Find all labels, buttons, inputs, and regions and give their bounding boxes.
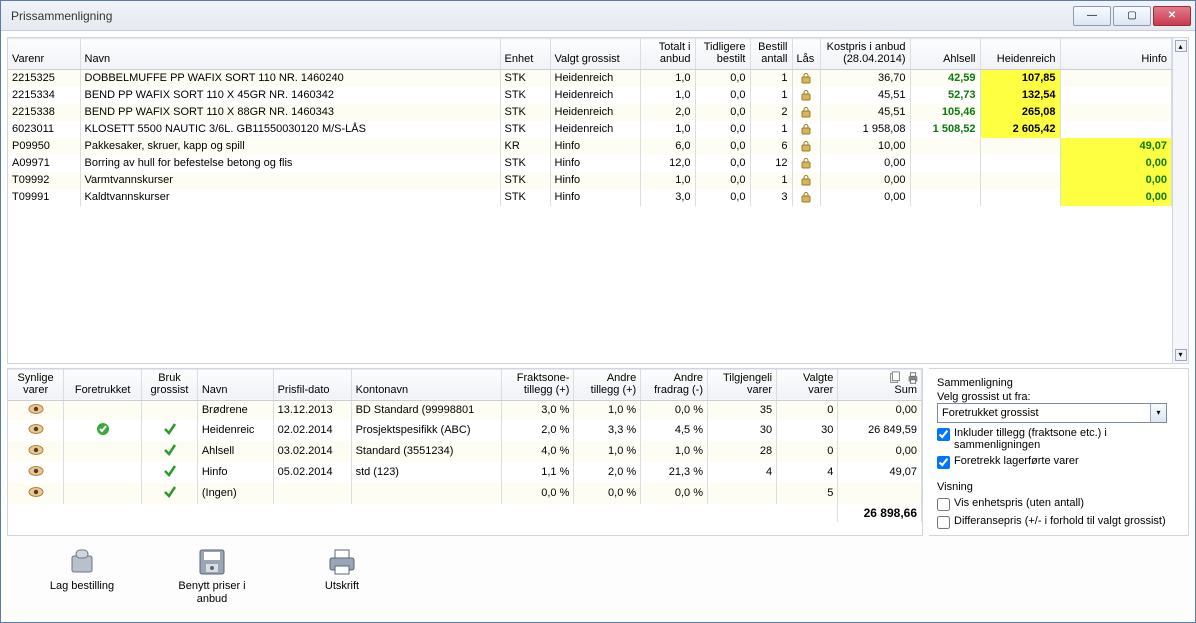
lock-icon[interactable] bbox=[800, 191, 812, 203]
lock-icon[interactable] bbox=[800, 140, 812, 152]
app-window: Prissammenligning — ▢ ✕ Varenr bbox=[0, 0, 1196, 623]
th-andref[interactable]: Andre fradrag (-) bbox=[641, 369, 708, 400]
toolbar: Lag bestilling Benytt priser i anbud Uts… bbox=[7, 540, 1189, 616]
include-tillegg-checkbox[interactable]: Inkluder tillegg (fraktsone etc.) i samm… bbox=[937, 427, 1182, 451]
th-andret[interactable]: Andre tillegg (+) bbox=[574, 369, 641, 400]
items-table[interactable]: Varenr Navn Enhet Valgt grossist Totalt … bbox=[8, 38, 1172, 206]
th-navn2[interactable]: Navn bbox=[197, 369, 273, 400]
grossist-table[interactable]: Synlige varer Foretrukket Bruk grossist … bbox=[8, 369, 922, 522]
lock-icon[interactable] bbox=[800, 72, 812, 84]
th-bestill[interactable]: Bestill antall bbox=[750, 39, 792, 70]
th-las[interactable]: Lås bbox=[792, 39, 820, 70]
window-title: Prissammenligning bbox=[11, 9, 1073, 23]
differansepris-checkbox[interactable]: Differansepris (+/- i forhold til valgt … bbox=[937, 515, 1182, 529]
th-foretrukket[interactable]: Foretrukket bbox=[64, 369, 142, 400]
check-icon[interactable] bbox=[163, 443, 177, 457]
check-icon[interactable] bbox=[163, 464, 177, 478]
th-tilgj[interactable]: Tilgjengeli varer bbox=[708, 369, 777, 400]
utskrift-button[interactable]: Utskrift bbox=[297, 546, 387, 593]
minimize-button[interactable]: — bbox=[1073, 6, 1111, 26]
table-row[interactable]: 2215334BEND PP WAFIX SORT 110 X 45GR NR.… bbox=[8, 87, 1172, 104]
foretrekk-lager-checkbox[interactable]: Foretrekk lagerførte varer bbox=[937, 455, 1182, 469]
benytt-priser-button[interactable]: Benytt priser i anbud bbox=[167, 546, 257, 606]
foretrekk-lager-input[interactable] bbox=[937, 456, 950, 469]
th-frakt[interactable]: Fraktsone-tillegg (+) bbox=[501, 369, 573, 400]
print-icon[interactable] bbox=[906, 371, 920, 385]
th-heidenreich[interactable]: Heidenreich bbox=[980, 39, 1060, 70]
th-totalt[interactable]: Totalt i anbud bbox=[640, 39, 695, 70]
preferred-icon[interactable] bbox=[96, 422, 110, 436]
lag-bestilling-button[interactable]: Lag bestilling bbox=[37, 546, 127, 593]
eye-icon[interactable] bbox=[28, 444, 44, 456]
grossist-dropdown[interactable]: Foretrukket grossist ▾ bbox=[937, 403, 1167, 423]
vis-enhetspris-checkbox[interactable]: Vis enhetspris (uten antall) bbox=[937, 497, 1182, 511]
th-valgte[interactable]: Valgte varer bbox=[777, 369, 838, 400]
table-row[interactable]: 2215325DOBBELMUFFE PP WAFIX SORT 110 NR.… bbox=[8, 70, 1172, 87]
grossist-row[interactable]: (Ingen)0,0 %0,0 %0,0 %5 bbox=[8, 483, 922, 504]
table-row[interactable]: T09991KaldtvannskurserSTKHinfo3,00,030,0… bbox=[8, 189, 1172, 206]
utskrift-label: Utskrift bbox=[325, 580, 359, 593]
th-konto[interactable]: Kontonavn bbox=[351, 369, 501, 400]
grossist-panel: Synlige varer Foretrukket Bruk grossist … bbox=[7, 368, 923, 536]
scrollbar[interactable]: ▴ ▾ bbox=[1172, 38, 1188, 363]
printer-icon bbox=[326, 546, 358, 578]
save-icon bbox=[196, 546, 228, 578]
th-enhet[interactable]: Enhet bbox=[500, 39, 550, 70]
grossist-row[interactable]: Ahlsell03.02.2014Standard (3551234)4,0 %… bbox=[8, 441, 922, 462]
th-ahlsell[interactable]: Ahlsell bbox=[910, 39, 980, 70]
th-prisdato[interactable]: Prisfil-dato bbox=[273, 369, 351, 400]
check-icon[interactable] bbox=[163, 422, 177, 436]
lag-bestilling-label: Lag bestilling bbox=[50, 580, 114, 593]
dropdown-value: Foretrukket grossist bbox=[938, 407, 1150, 419]
visning-header: Visning bbox=[937, 481, 1182, 493]
items-panel: Varenr Navn Enhet Valgt grossist Totalt … bbox=[7, 37, 1189, 364]
include-tillegg-label: Inkluder tillegg (fraktsone etc.) i samm… bbox=[954, 427, 1182, 451]
th-navn[interactable]: Navn bbox=[80, 39, 500, 70]
order-icon bbox=[66, 546, 98, 578]
table-row[interactable]: 6023011KLOSETT 5500 NAUTIC 3/6L. GB11550… bbox=[8, 121, 1172, 138]
lock-icon[interactable] bbox=[800, 89, 812, 101]
eye-icon[interactable] bbox=[28, 403, 44, 415]
table-row[interactable]: 2215338BEND PP WAFIX SORT 110 X 88GR NR.… bbox=[8, 104, 1172, 121]
differansepris-label: Differansepris (+/- i forhold til valgt … bbox=[954, 515, 1166, 527]
table-row[interactable]: P09950Pakkesaker, skruer, kapp og spillK… bbox=[8, 138, 1172, 155]
options-panel: Sammenligning Velg grossist ut fra: Fore… bbox=[929, 368, 1189, 536]
velg-grossist-label: Velg grossist ut fra: bbox=[937, 391, 1182, 403]
chevron-down-icon[interactable]: ▾ bbox=[1150, 404, 1166, 422]
close-button[interactable]: ✕ bbox=[1153, 6, 1191, 26]
th-tidligere[interactable]: Tidligere bestilt bbox=[695, 39, 750, 70]
table-row[interactable]: T09992VarmtvannskurserSTKHinfo1,00,010,0… bbox=[8, 172, 1172, 189]
th-varenr[interactable]: Varenr bbox=[8, 39, 80, 70]
grossist-row[interactable]: Brødrene13.12.2013BD Standard (999988013… bbox=[8, 400, 922, 420]
eye-icon[interactable] bbox=[28, 486, 44, 498]
th-synlige[interactable]: Synlige varer bbox=[8, 369, 64, 400]
maximize-button[interactable]: ▢ bbox=[1113, 6, 1151, 26]
eye-icon[interactable] bbox=[28, 423, 44, 435]
table-row[interactable]: A09971Borring av hull for befestelse bet… bbox=[8, 155, 1172, 172]
lock-icon[interactable] bbox=[800, 106, 812, 118]
th-kostpris[interactable]: Kostpris i anbud (28.04.2014) bbox=[820, 39, 910, 70]
scroll-down-icon[interactable]: ▾ bbox=[1175, 349, 1187, 361]
include-tillegg-input[interactable] bbox=[937, 428, 950, 441]
titlebar: Prissammenligning — ▢ ✕ bbox=[1, 1, 1195, 31]
lock-icon[interactable] bbox=[800, 174, 812, 186]
th-hinfo[interactable]: Hinfo bbox=[1060, 39, 1172, 70]
eye-icon[interactable] bbox=[28, 465, 44, 477]
foretrekk-lager-label: Foretrekk lagerførte varer bbox=[954, 455, 1079, 467]
vis-enhetspris-label: Vis enhetspris (uten antall) bbox=[954, 497, 1084, 509]
lock-icon[interactable] bbox=[800, 157, 812, 169]
check-icon[interactable] bbox=[163, 485, 177, 499]
differansepris-input[interactable] bbox=[937, 516, 950, 529]
th-bruk[interactable]: Bruk grossist bbox=[142, 369, 198, 400]
grossist-row[interactable]: Heidenreic02.02.2014Prosjektspesifikk (A… bbox=[8, 420, 922, 441]
sum-row: 26 898,66 bbox=[8, 504, 922, 522]
vis-enhetspris-input[interactable] bbox=[937, 498, 950, 511]
sammenligning-header: Sammenligning bbox=[937, 377, 1182, 389]
benytt-priser-label: Benytt priser i anbud bbox=[167, 580, 257, 606]
copy-icon[interactable] bbox=[888, 371, 902, 385]
scroll-up-icon[interactable]: ▴ bbox=[1175, 40, 1187, 52]
th-valgtgrossist[interactable]: Valgt grossist bbox=[550, 39, 640, 70]
lock-icon[interactable] bbox=[800, 123, 812, 135]
grossist-row[interactable]: Hinfo05.02.2014std (123)1,1 %2,0 %21,3 %… bbox=[8, 462, 922, 483]
